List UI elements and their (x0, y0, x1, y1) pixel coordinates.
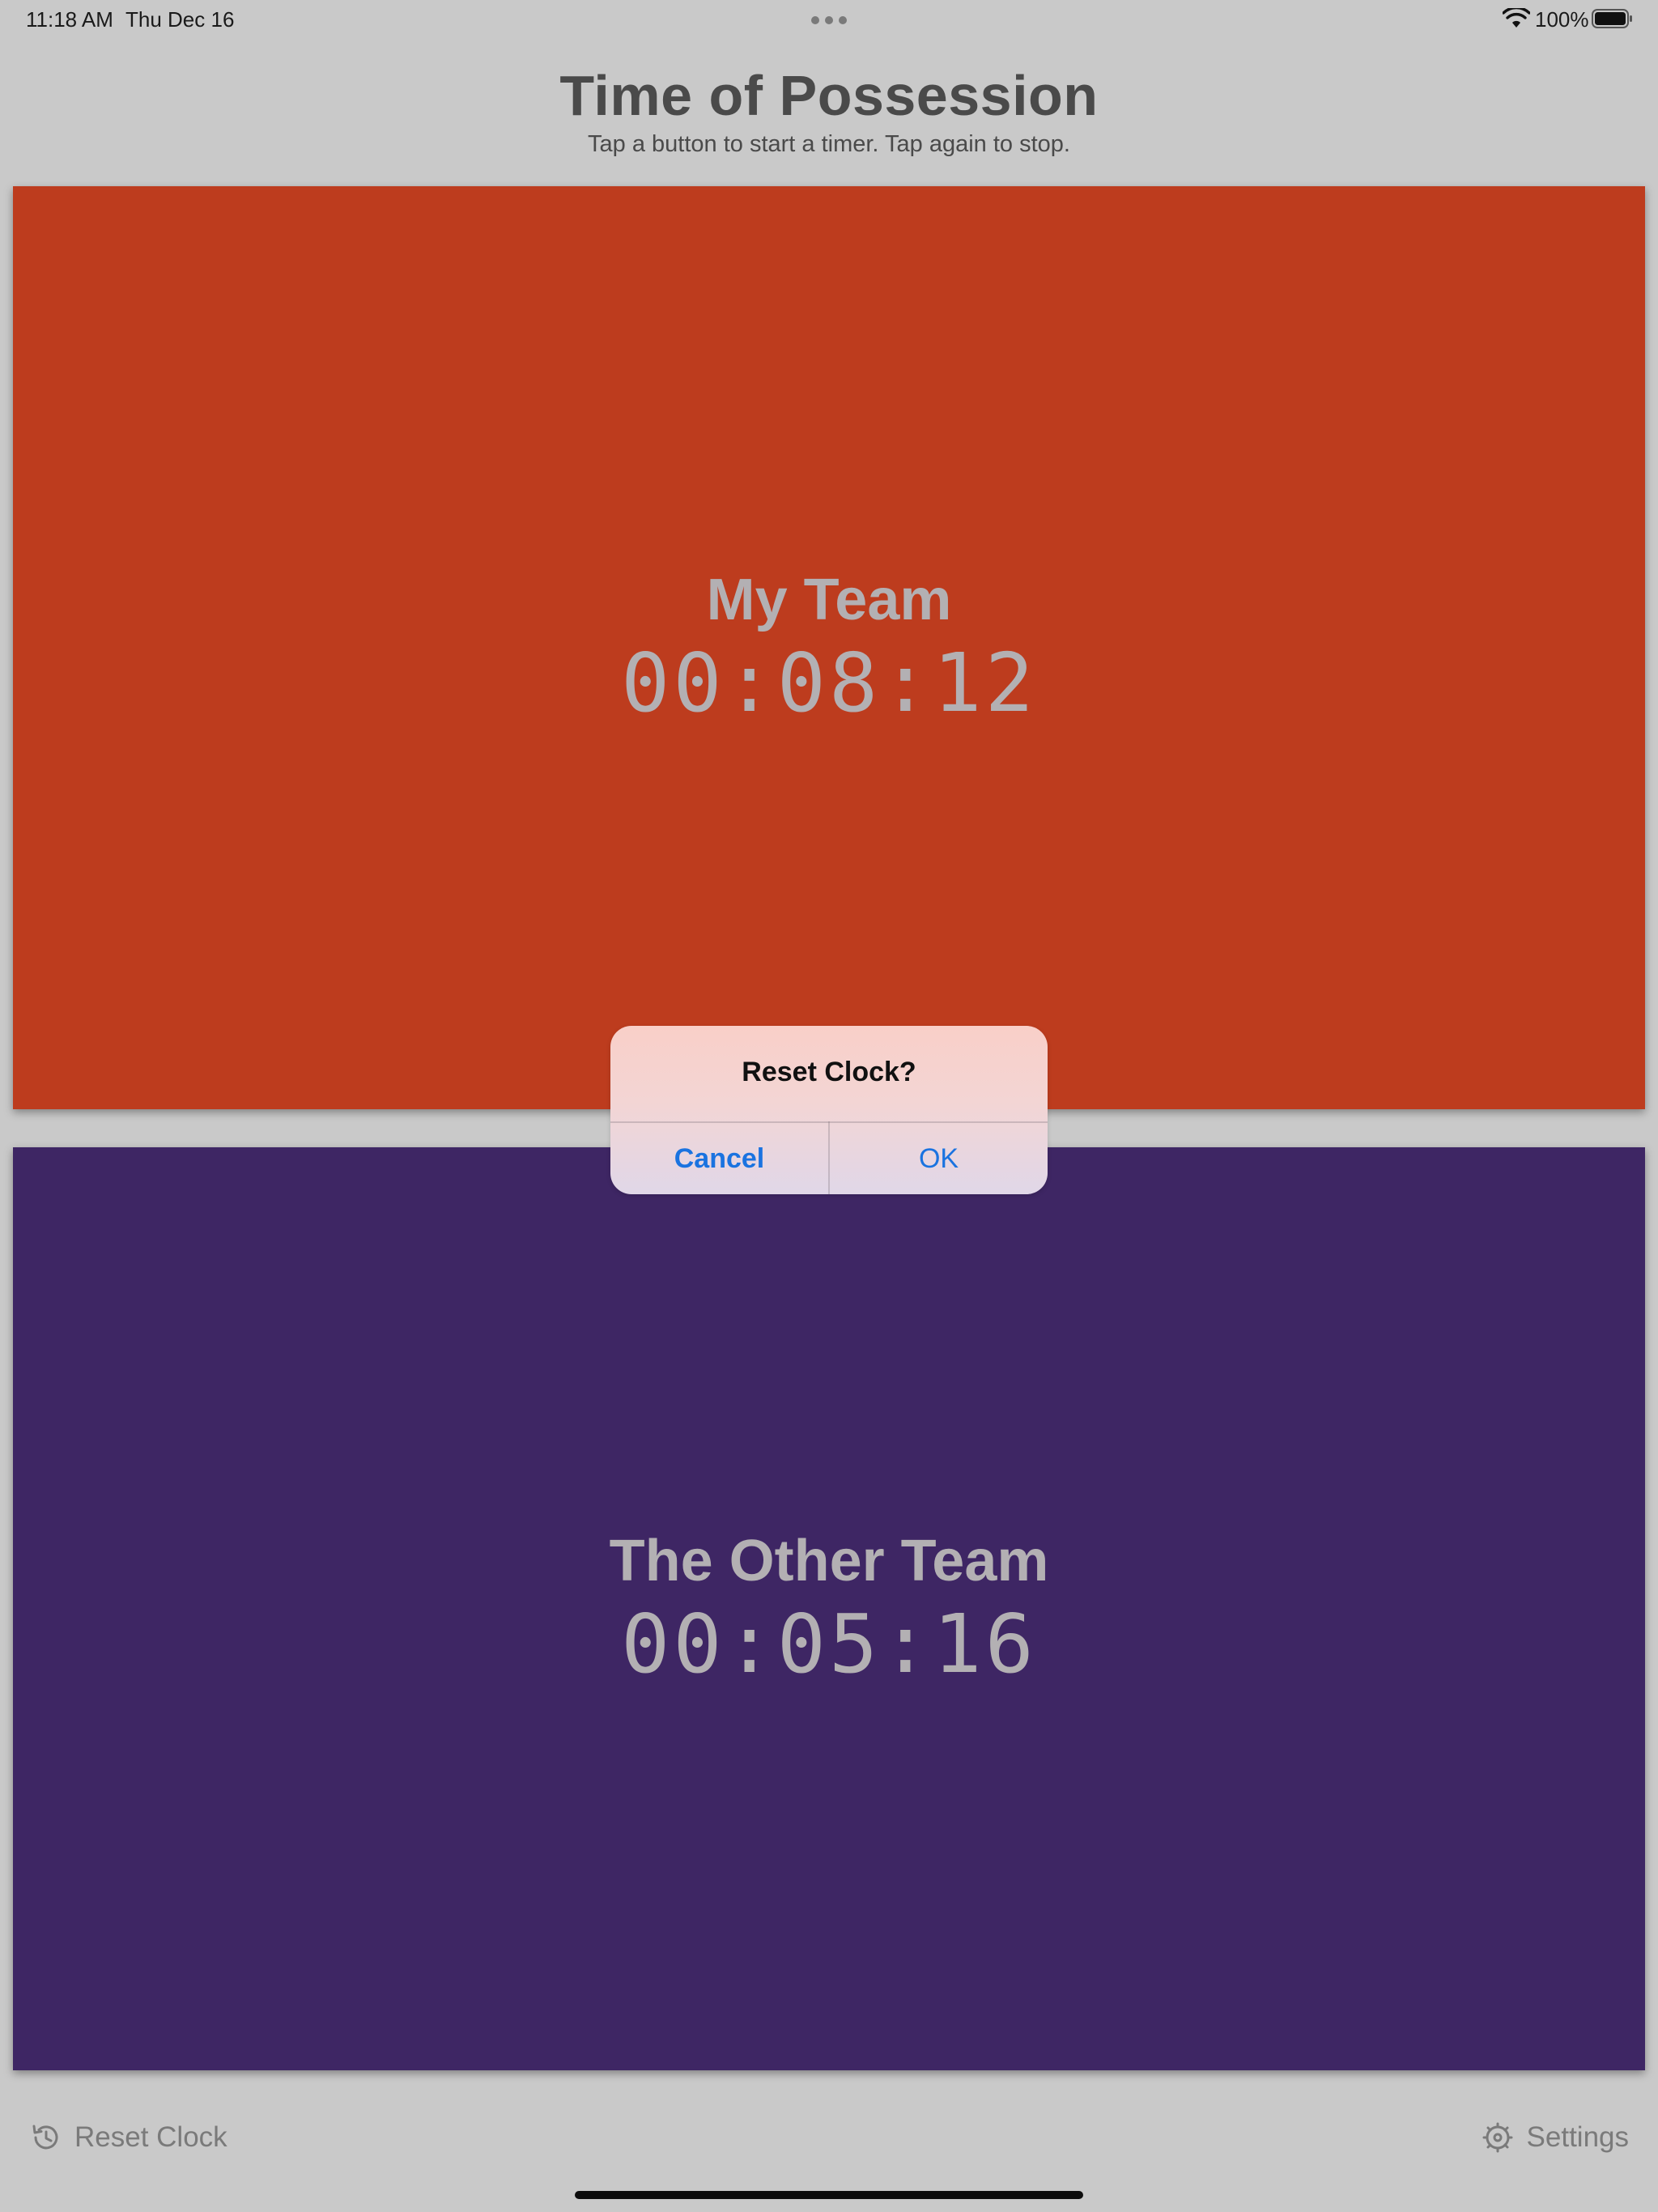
team-timer: 00:05:16 (621, 1597, 1037, 1691)
reset-clock-alert: Reset Clock? Cancel OK (610, 1026, 1048, 1194)
reset-clock-label: Reset Clock (74, 2121, 227, 2153)
status-time: 11:18 AM (26, 7, 113, 32)
reset-clock-button[interactable]: Reset Clock (29, 2120, 227, 2155)
team-name: The Other Team (609, 1529, 1049, 1593)
page-subtitle: Tap a button to start a timer. Tap again… (588, 131, 1070, 157)
cancel-button[interactable]: Cancel (610, 1123, 828, 1194)
status-bar: 11:18 AM Thu Dec 16 100% (0, 0, 1658, 40)
home-indicator[interactable] (575, 2191, 1083, 2199)
settings-label: Settings (1526, 2121, 1629, 2153)
battery-icon (1592, 9, 1632, 28)
settings-button[interactable]: Settings (1482, 2120, 1629, 2155)
team-button-other-team[interactable]: The Other Team 00:05:16 (13, 1147, 1645, 2070)
page-title: Time of Possession (559, 64, 1099, 127)
team-button-my-team[interactable]: My Team 00:08:12 (13, 186, 1645, 1109)
ok-button[interactable]: OK (830, 1123, 1048, 1194)
team-timer: 00:08:12 (621, 636, 1037, 730)
alert-title: Reset Clock? (742, 1057, 916, 1087)
battery-percent: 100% (1535, 7, 1589, 32)
clock-reset-icon (32, 2125, 58, 2150)
wifi-icon (1503, 8, 1530, 28)
multitasking-dots-icon[interactable] (811, 16, 847, 24)
status-date: Thu Dec 16 (125, 7, 235, 32)
team-name: My Team (706, 568, 952, 632)
gear-icon (1482, 2122, 1513, 2153)
